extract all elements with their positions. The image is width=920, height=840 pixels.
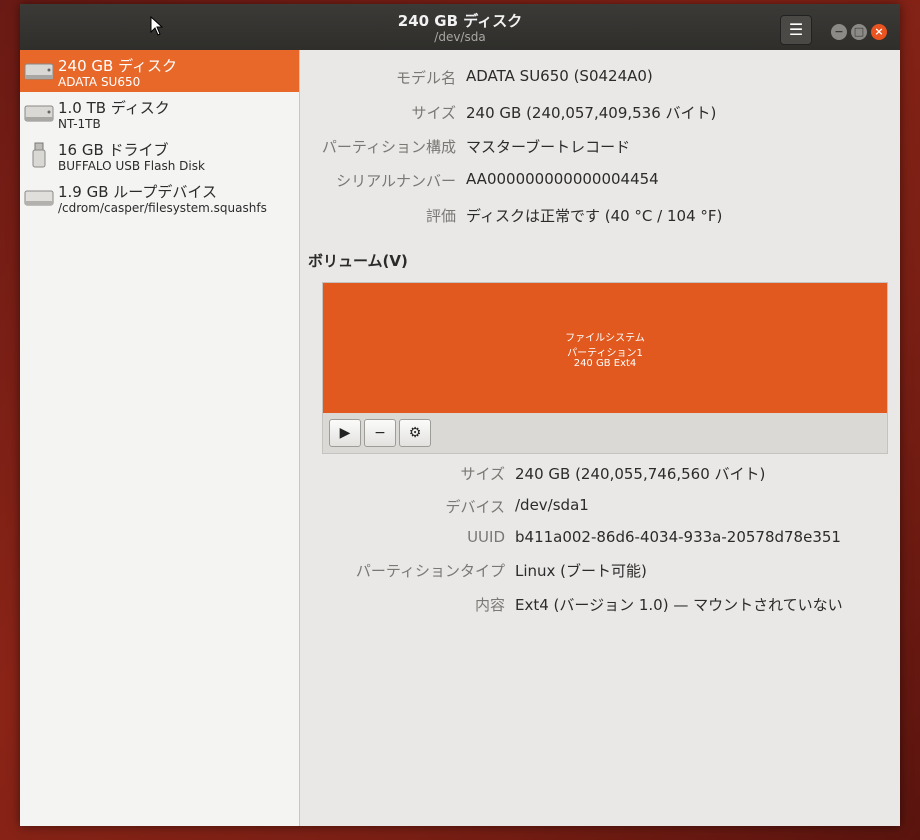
menu-button[interactable]: ☰	[780, 15, 812, 45]
drive-model: ADATA SU650	[58, 75, 141, 89]
partitioning-value: マスターブートレコード	[466, 138, 631, 156]
volume-toolbar: ▶ − ⚙	[329, 419, 434, 447]
minimize-icon: −	[834, 25, 844, 38]
assessment-value: ディスクは正常です (40 °C / 104 °F)	[466, 207, 723, 225]
maximize-button[interactable]: □	[851, 24, 867, 40]
partition-options-button[interactable]: ⚙	[399, 419, 431, 447]
model-value: ADATA SU650 (S0424A0)	[466, 67, 653, 85]
drive-item-16gb[interactable]: 16 GB ドライブ BUFFALO USB Flash Disk	[20, 134, 299, 176]
drive-name: 16 GB ドライブ	[58, 141, 169, 159]
disks-window: 240 GB ディスク /dev/sda ☰ − □ × 240 GB ディスク…	[20, 4, 900, 826]
serial-label: シリアルナンバー	[336, 172, 456, 190]
model-label: モデル名	[395, 69, 456, 87]
size-value: 240 GB (240,057,409,536 バイト)	[466, 104, 717, 122]
hamburger-menu-icon: ☰	[788, 20, 804, 39]
drive-model: NT-1TB	[58, 117, 101, 131]
volumes-heading: ボリューム(V)	[308, 252, 408, 270]
drive-name: 1.9 GB ループデバイス	[58, 183, 217, 201]
mount-button[interactable]: ▶	[329, 419, 361, 447]
partition-size-label: サイズ	[460, 465, 505, 483]
drive-item-240gb[interactable]: 240 GB ディスク ADATA SU650	[20, 50, 299, 92]
minimize-button[interactable]: −	[831, 24, 847, 40]
assessment-label: 評価	[425, 207, 456, 225]
hard-disk-icon	[24, 63, 54, 80]
delete-partition-button[interactable]: −	[364, 419, 396, 447]
partitioning-label: パーティション構成	[321, 138, 456, 156]
contents-value: Ext4 (バージョン 1.0) — マウントされていない	[515, 596, 843, 614]
drive-name: 240 GB ディスク	[58, 57, 178, 75]
maximize-icon: □	[853, 25, 865, 38]
serial-value: AA000000000000004454	[466, 170, 659, 188]
minus-icon: −	[374, 425, 386, 441]
usb-drive-icon	[32, 142, 46, 168]
partition-type-label: ファイルシステム	[565, 333, 645, 344]
drive-item-loop[interactable]: 1.9 GB ループデバイス /cdrom/casper/filesystem.…	[20, 176, 299, 218]
mouse-pointer-icon	[150, 16, 164, 36]
uuid-label: UUID	[467, 528, 505, 546]
drive-model: BUFFALO USB Flash Disk	[58, 159, 205, 173]
contents-label: 内容	[474, 596, 505, 614]
play-icon: ▶	[339, 425, 351, 441]
partition-size-value: 240 GB (240,055,746,560 バイト)	[515, 465, 766, 483]
partition-type-label: パーティションタイプ	[355, 562, 505, 580]
partition-block[interactable]: ファイルシステム パーティション1 240 GB Ext4	[323, 283, 887, 413]
volume-map: ファイルシステム パーティション1 240 GB Ext4 ▶ − ⚙	[322, 282, 888, 454]
device-label: デバイス	[445, 498, 505, 516]
device-value: /dev/sda1	[515, 496, 589, 514]
partition-type-value: Linux (ブート可能)	[515, 562, 647, 580]
drive-list-sidebar: 240 GB ディスク ADATA SU650 1.0 TB ディスク NT-1…	[20, 50, 300, 826]
size-label: サイズ	[411, 104, 456, 122]
close-icon: ×	[874, 25, 884, 38]
disk-details-panel: モデル名 ADATA SU650 (S0424A0) サイズ 240 GB (2…	[300, 50, 900, 826]
hard-disk-icon	[24, 105, 54, 122]
drive-name: 1.0 TB ディスク	[58, 99, 170, 117]
uuid-value: b411a002-86d6-4034-933a-20578d78e351	[515, 528, 841, 546]
drive-item-1tb[interactable]: 1.0 TB ディスク NT-1TB	[20, 92, 299, 134]
partition-name-label: パーティション1	[567, 348, 643, 359]
drive-path: /cdrom/casper/filesystem.squashfs	[58, 201, 267, 215]
loop-device-icon	[24, 190, 54, 206]
partition-size-label: 240 GB Ext4	[573, 358, 637, 369]
close-button[interactable]: ×	[871, 24, 887, 40]
gears-icon: ⚙	[408, 425, 422, 441]
